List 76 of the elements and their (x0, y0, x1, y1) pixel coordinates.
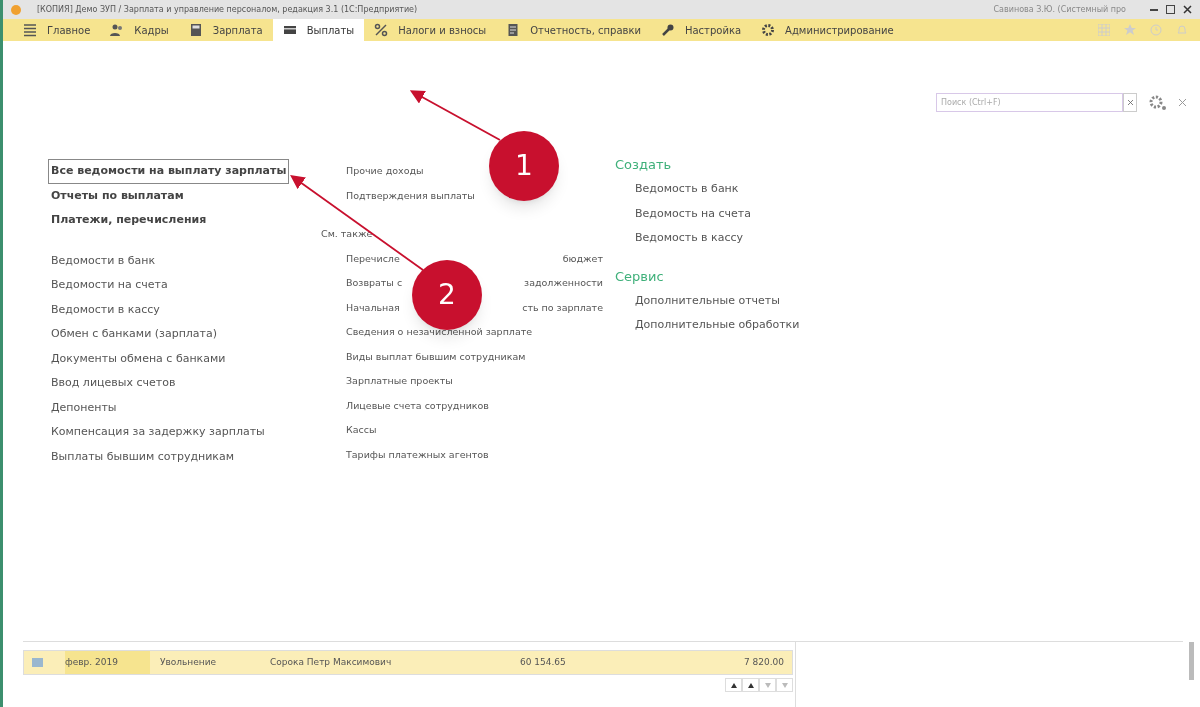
table-cell-text: 60 154.65 (520, 655, 567, 669)
nav-link[interactable]: Все ведомости на выплату зарплаты (48, 159, 290, 184)
clear-button[interactable] (1123, 93, 1137, 112)
scrollbar-thumb-icon[interactable] (1189, 642, 1194, 680)
scroll-up-button[interactable] (725, 678, 742, 692)
nav-link[interactable]: бюджет (562, 246, 603, 271)
nav-link[interactable]: Начальная (346, 295, 400, 320)
app-logo-icon (11, 4, 21, 15)
card-icon (282, 23, 297, 37)
minimize-icon[interactable] (1150, 8, 1158, 11)
nav-link[interactable]: Подтверждения выплаты (346, 183, 475, 208)
section-heading: См. также (321, 227, 373, 241)
scroll-down-button[interactable] (776, 678, 793, 692)
table-cell: февр. 2019 (65, 651, 150, 674)
nav-link[interactable]: Дополнительные отчеты (615, 288, 780, 313)
wrench-icon (660, 23, 675, 37)
close-icon[interactable] (1183, 5, 1192, 14)
nav-link[interactable]: Документы обмена с банками (48, 346, 226, 371)
section-tab[interactable]: Главное (13, 19, 101, 41)
calculator-icon (188, 23, 203, 37)
nav-link[interactable]: Ввод лицевых счетов (48, 371, 176, 396)
section-tab[interactable]: Налоги и взносы (364, 19, 497, 41)
document-icon (506, 23, 521, 37)
nav-link[interactable]: Тарифы платежных агентов (346, 442, 489, 467)
percent-icon (374, 23, 389, 37)
nav-link[interactable]: Платежи, перечисления (48, 208, 210, 233)
user-name: Савинова З.Ю. (Системный про (993, 3, 1126, 16)
scroll-up-button[interactable] (742, 678, 759, 692)
section-tab[interactable]: Администрирование (751, 19, 904, 41)
nav-link[interactable]: Ведомости на счета (48, 273, 168, 298)
nav-link[interactable]: Прочие доходы (346, 159, 424, 184)
nav-link[interactable]: Лицевые счета сотрудников (346, 393, 489, 418)
up-arrow-icon (730, 682, 737, 688)
section-heading: Создать (615, 156, 673, 174)
table-cell-text: 7 820.00 (742, 655, 785, 669)
nav-link[interactable]: Компенсация за задержку зарплаты (48, 420, 265, 445)
nav-link[interactable]: сть по зарплате (522, 295, 603, 320)
nav-link[interactable]: Выплаты бывшим сотрудникам (48, 444, 235, 469)
nav-link[interactable]: Ведомость в кассу (615, 226, 744, 251)
nav-link[interactable]: Ведомость в банк (615, 177, 739, 202)
section-heading: Сервис (615, 267, 665, 286)
nav-link[interactable]: Ведомости в кассу (48, 297, 160, 322)
callout-badge: 1 (489, 131, 559, 201)
menu-icon (23, 23, 37, 37)
up-arrow-icon (747, 682, 754, 688)
nav-link[interactable]: Депоненты (48, 395, 117, 420)
down-arrow-icon (781, 682, 788, 688)
maximize-icon[interactable] (1166, 5, 1175, 14)
nav-link[interactable]: Отчеты по выплатам (48, 183, 187, 208)
nav-link[interactable]: Кассы (346, 418, 377, 443)
settings-icon[interactable] (1149, 94, 1167, 111)
nav-link[interactable]: Виды выплат бывшим сотрудникам (346, 344, 526, 369)
gear-icon (761, 23, 776, 37)
nav-link[interactable]: Зарплатные проекты (346, 369, 453, 394)
table-cell-text: Сорока Петр Максимович (270, 655, 393, 669)
nav-link[interactable]: Ведомость на счета (615, 201, 751, 226)
table-row[interactable]: февр. 2019 Увольнение Сорока Петр Максимович 60 154.65 7 820.00 (23, 650, 793, 675)
nav-link[interactable]: Ведомости в банк (48, 248, 156, 273)
close-icon (1127, 100, 1133, 105)
section-tab[interactable]: Зарплата (178, 19, 273, 41)
section-tab[interactable]: Кадры (100, 19, 179, 41)
people-icon (110, 23, 125, 37)
section-tab[interactable]: Выплаты (272, 19, 365, 41)
nav-link[interactable]: Обмен с банками (зарплата) (48, 322, 218, 347)
document-icon (32, 658, 43, 667)
section-tab[interactable]: Настройка (650, 19, 752, 41)
nav-link[interactable]: задолженности (524, 271, 603, 296)
nav-link[interactable]: Перечисле (346, 246, 400, 271)
star-icon[interactable] (1124, 24, 1136, 36)
window-title: [КОПИЯ] Демо ЗУП / Зарплата и управление персоналом, редакция 3.1 (1С:Предприятие) (37, 3, 418, 16)
down-arrow-icon (764, 682, 771, 688)
table-cell-text: Увольнение (159, 655, 218, 669)
section-tab[interactable]: Отчетность, справки (496, 19, 651, 41)
search-field[interactable]: Поиск (Ctrl+F) (936, 93, 1123, 112)
nav-link[interactable]: Дополнительные обработки (615, 313, 800, 338)
nav-link[interactable]: Возвраты с (346, 271, 403, 296)
